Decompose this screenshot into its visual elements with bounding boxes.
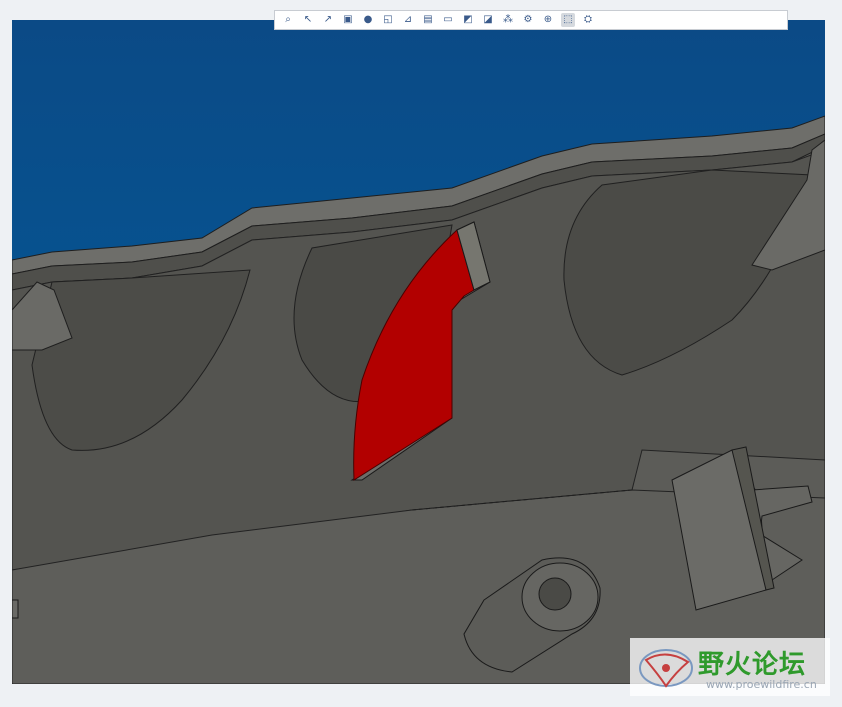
datum-axis-icon[interactable]: ⊿	[401, 13, 415, 27]
shading-icon[interactable]: ●	[361, 13, 375, 27]
csys-icon[interactable]: ⚙	[521, 13, 535, 27]
app-window: ⌕ ↖ ↗ ▣ ● ◱ ⊿ ▤ ▭ ◩ ◪ ⁂ ⚙ ⊕ ⬚ ⛭ 野火论坛 www.proewildfire.c…	[0, 0, 842, 707]
graphics-viewport[interactable]	[12, 20, 825, 684]
annotation-icon[interactable]: ◪	[481, 13, 495, 27]
forum-watermark: 野火论坛 www.proewildfire.cn	[630, 638, 830, 696]
datum-plane-icon[interactable]: ◱	[381, 13, 395, 27]
display-style-icon[interactable]: ⊕	[541, 13, 555, 27]
spin-center-icon[interactable]: ⁂	[501, 13, 515, 27]
zoom-fit-icon[interactable]: ⌕	[281, 13, 295, 27]
orient-icon[interactable]: ▣	[341, 13, 355, 27]
sketch-icon[interactable]: ▤	[421, 13, 435, 27]
forum-logo-icon	[639, 649, 693, 688]
cad-model-view[interactable]	[12, 20, 825, 684]
appearance-icon[interactable]: ◩	[461, 13, 475, 27]
arrow-right-icon[interactable]: ↗	[321, 13, 335, 27]
selection-filter-icon[interactable]: ⛭	[581, 13, 595, 27]
view-manager-icon[interactable]: ▭	[441, 13, 455, 27]
watermark-url: www.proewildfire.cn	[706, 678, 817, 691]
saved-view-icon[interactable]: ⬚	[561, 13, 575, 27]
view-toolbar: ⌕ ↖ ↗ ▣ ● ◱ ⊿ ▤ ▭ ◩ ◪ ⁂ ⚙ ⊕ ⬚ ⛭	[274, 10, 788, 30]
watermark-title: 野火论坛	[698, 650, 807, 680]
left-tab	[12, 599, 19, 619]
arrow-left-icon[interactable]: ↖	[301, 13, 315, 27]
